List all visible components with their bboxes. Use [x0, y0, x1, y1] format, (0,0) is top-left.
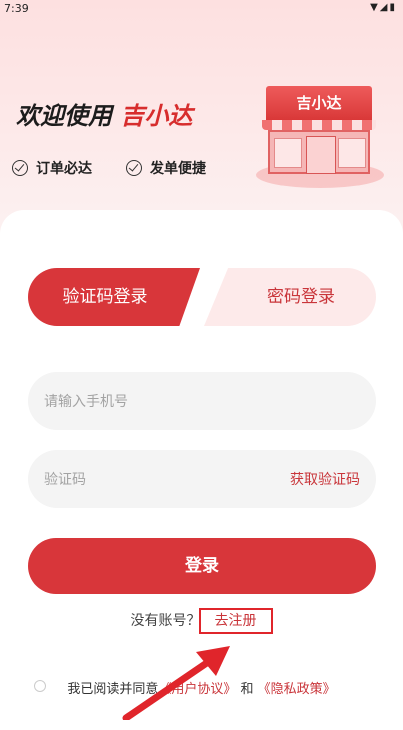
status-time: 7:39	[4, 2, 29, 15]
store-illustration: 吉小达	[256, 82, 384, 192]
store-door	[306, 136, 336, 174]
phone-input[interactable]: 请输入手机号	[28, 372, 376, 430]
feature-label: 发单便捷	[150, 161, 206, 177]
tab-password-login[interactable]: 密码登录	[204, 268, 376, 326]
code-input[interactable]: 验证码 获取验证码	[28, 450, 376, 508]
get-code-button[interactable]: 获取验证码	[290, 469, 360, 489]
store-awning	[262, 120, 376, 130]
feature-item: 发单便捷	[126, 158, 206, 178]
phone-placeholder: 请输入手机号	[44, 394, 128, 410]
store-front	[268, 130, 370, 174]
check-circle-icon	[126, 160, 142, 176]
tab-sms-login-label: 验证码登录	[62, 287, 148, 307]
register-question: 没有账号？	[130, 613, 201, 629]
welcome-title: 欢迎使用 吉小达	[16, 96, 192, 131]
status-bar: 7:39 ▼◢▮	[0, 0, 403, 18]
login-tabs: 验证码登录 密码登录	[28, 268, 376, 326]
welcome-brand: 吉小达	[120, 102, 193, 130]
tab-sms-login[interactable]: 验证码登录	[28, 268, 200, 326]
welcome-prefix: 欢迎使用	[16, 102, 112, 130]
code-placeholder: 验证码	[44, 472, 86, 488]
tab-password-login-label: 密码登录	[267, 287, 335, 307]
feature-label: 订单必达	[36, 161, 92, 177]
agreement-and: 和	[240, 682, 254, 697]
login-button[interactable]: 登录	[28, 538, 376, 594]
check-circle-icon	[12, 160, 28, 176]
annotation-arrow-icon	[122, 646, 230, 720]
store-window	[338, 138, 366, 168]
feature-item: 订单必达	[12, 158, 92, 178]
register-row: 没有账号？ 去注册	[0, 608, 403, 634]
privacy-policy-link[interactable]: 《隐私政策》	[258, 682, 336, 697]
store-window	[274, 138, 302, 168]
agree-checkbox[interactable]	[34, 680, 46, 692]
status-icons: ▼◢▮	[370, 2, 397, 13]
register-link[interactable]: 去注册	[198, 608, 273, 634]
store-sign: 吉小达	[266, 86, 372, 120]
